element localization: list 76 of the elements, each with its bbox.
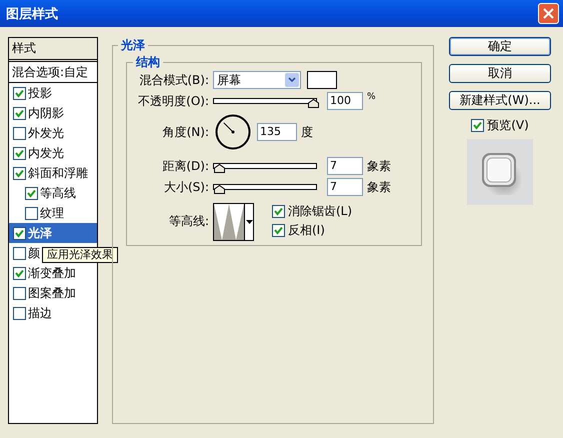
checkbox[interactable] <box>13 266 26 280</box>
unit-label: % <box>367 92 376 102</box>
close-button[interactable] <box>538 3 559 24</box>
checkbox[interactable] <box>13 146 26 160</box>
list-item[interactable]: 描边 <box>9 303 97 323</box>
field-label: 等高线: <box>168 213 209 230</box>
checkbox[interactable] <box>13 126 26 140</box>
list-item[interactable]: 等高线 <box>9 183 97 203</box>
checkbox[interactable] <box>13 286 26 300</box>
item-label: 内发光 <box>28 144 64 162</box>
item-label: 描边 <box>28 304 52 322</box>
style-preview-drawing <box>467 139 533 205</box>
item-label: 内阴影 <box>28 104 64 122</box>
group-title: 结构 <box>133 54 163 71</box>
item-label: 斜面和浮雕 <box>28 164 88 182</box>
checkbox[interactable] <box>13 166 26 180</box>
item-label: 颜 <box>28 244 40 262</box>
checkbox[interactable] <box>272 224 285 237</box>
list-item[interactable]: 外发光 <box>9 123 97 143</box>
close-icon <box>543 8 554 19</box>
checkbox[interactable] <box>25 186 38 200</box>
item-label: 纹理 <box>40 204 64 222</box>
checkbox-label: 预览(V) <box>487 117 529 134</box>
checkbox[interactable] <box>13 106 26 120</box>
window-title: 图层样式 <box>6 6 58 22</box>
list-header: 样式 <box>9 38 97 62</box>
contour-picker[interactable] <box>213 203 254 241</box>
group-title: 光泽 <box>118 37 148 54</box>
unit-label: 度 <box>301 124 313 140</box>
dialog-button[interactable]: 新建样式(W)... <box>449 91 551 110</box>
checkbox-label: 反相(I) <box>288 222 325 239</box>
checkbox[interactable] <box>471 119 484 132</box>
list-item[interactable]: 光泽 <box>9 223 97 243</box>
list-item[interactable]: 图案叠加 <box>9 283 97 303</box>
field-label: 大小(S): <box>162 178 209 196</box>
item-label: 光泽 <box>28 224 52 242</box>
field-label: 混合模式(B): <box>138 72 209 88</box>
list-item[interactable]: 渐变叠加 <box>9 263 97 283</box>
checkbox-label: 消除锯齿(L) <box>288 203 352 220</box>
unit-label: 象素 <box>367 158 391 174</box>
checkbox[interactable] <box>13 86 26 100</box>
color-swatch[interactable] <box>307 71 337 89</box>
list-item[interactable]: 内阴影 <box>9 103 97 123</box>
item-label: 渐变叠加 <box>28 264 76 282</box>
angle-dial[interactable] <box>215 114 251 150</box>
value-input[interactable]: 7 <box>327 178 363 196</box>
tooltip: 应用光泽效果 <box>42 247 118 263</box>
unit-label: 象素 <box>367 178 391 196</box>
checkbox[interactable] <box>272 205 285 218</box>
caret-icon <box>246 220 253 224</box>
angle-input[interactable]: 135 <box>257 123 297 141</box>
dialog-button[interactable]: 取消 <box>449 64 551 83</box>
item-label: 图案叠加 <box>28 284 76 302</box>
field-label: 距离(D): <box>161 158 209 174</box>
list-item[interactable]: 内发光 <box>9 143 97 163</box>
list-item[interactable]: 斜面和浮雕 <box>9 163 97 183</box>
checkbox[interactable] <box>13 306 26 320</box>
blend-mode-dropdown[interactable]: 屏幕 <box>213 71 301 89</box>
value-input[interactable]: 100 <box>327 92 363 110</box>
list-item[interactable]: 纹理 <box>9 203 97 223</box>
list-item[interactable]: 投影 <box>9 83 97 103</box>
field-label: 角度(N): <box>162 124 209 140</box>
slider-handle[interactable] <box>308 99 319 108</box>
checkbox[interactable] <box>13 226 26 240</box>
dialog-button[interactable]: 确定 <box>449 37 551 56</box>
checkbox[interactable] <box>13 246 26 260</box>
item-label: 外发光 <box>28 124 64 142</box>
item-label: 投影 <box>28 84 52 102</box>
field-label: 不透明度(O): <box>137 92 209 110</box>
slider-handle[interactable] <box>214 185 225 194</box>
dropdown-icon <box>285 73 299 87</box>
slider-handle[interactable] <box>214 164 225 173</box>
item-label: 等高线 <box>40 184 76 202</box>
checkbox[interactable] <box>25 206 38 220</box>
value-input[interactable]: 7 <box>327 157 363 175</box>
contour-preview-icon <box>214 204 245 240</box>
